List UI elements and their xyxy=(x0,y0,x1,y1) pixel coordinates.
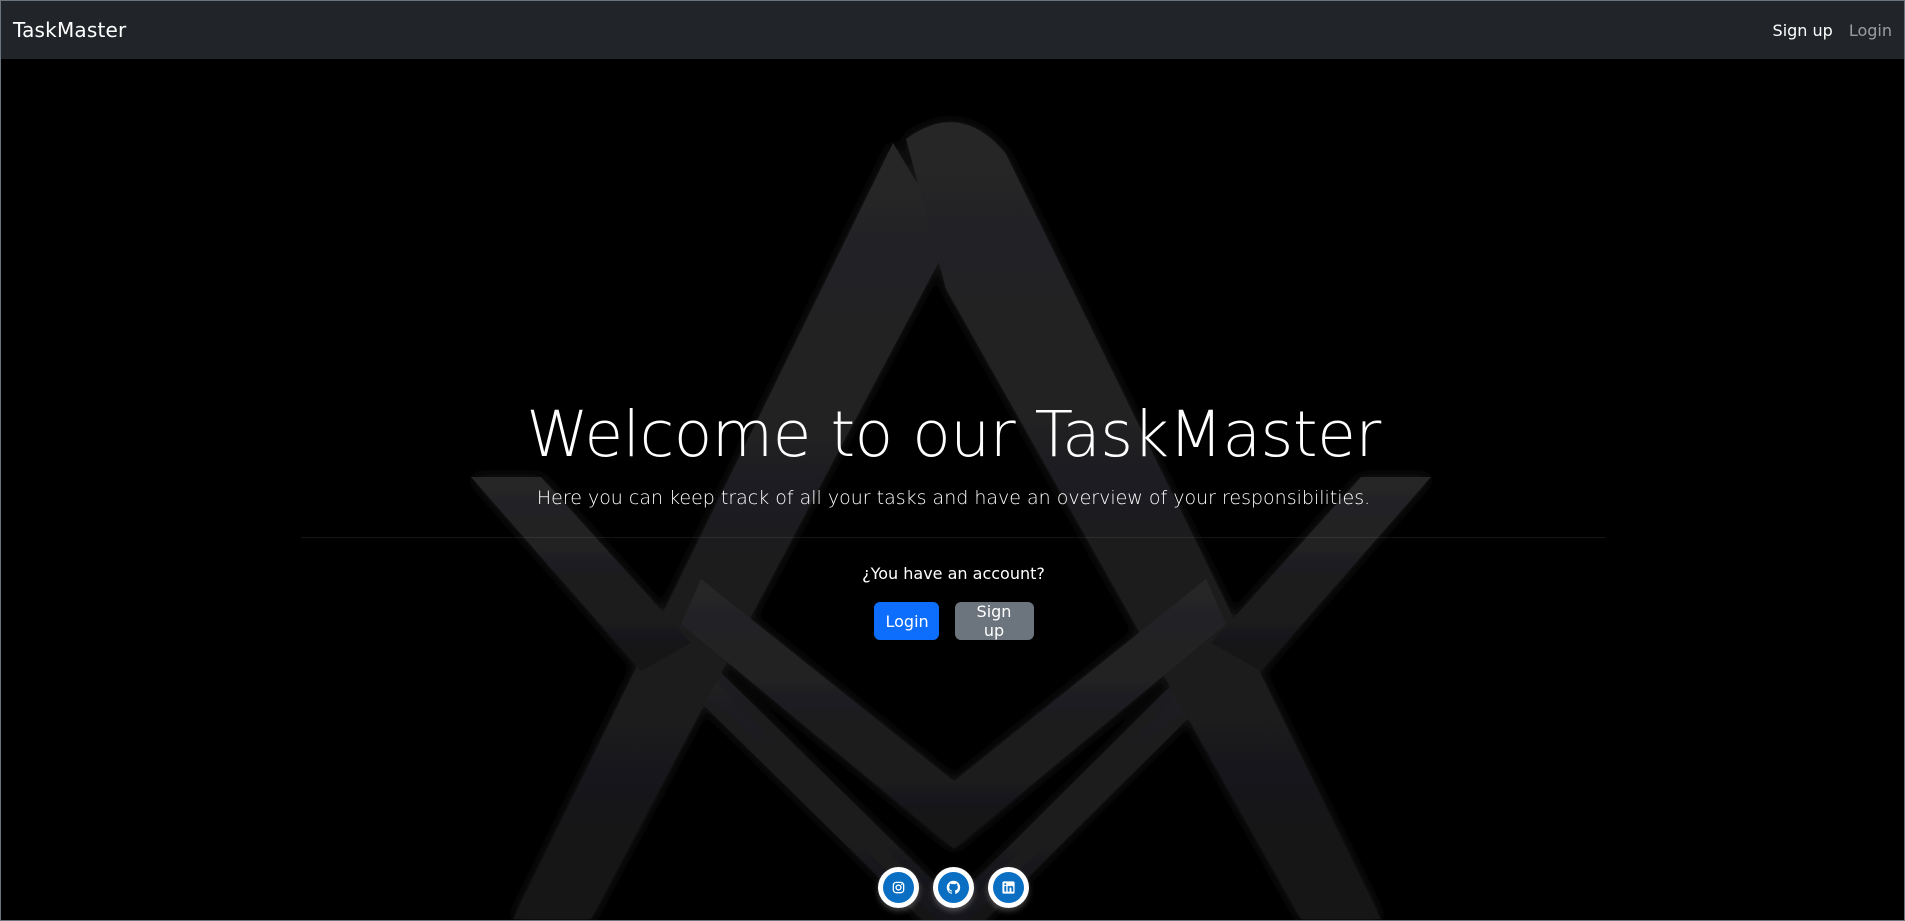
hero-section: Welcome to our TaskMaster Here you can k… xyxy=(1,59,1904,920)
auth-buttons: Login Sign up xyxy=(1,602,1904,640)
nav-links: Sign up Login xyxy=(1773,21,1892,40)
github-link[interactable] xyxy=(933,867,974,908)
nav-login-link[interactable]: Login xyxy=(1849,21,1892,40)
linkedin-link[interactable] xyxy=(988,867,1029,908)
app-window: TaskMaster Sign up Login Welcome to our … xyxy=(0,0,1905,921)
nav-signup-link[interactable]: Sign up xyxy=(1773,21,1833,40)
account-question: ¿You have an account? xyxy=(862,564,1045,583)
signup-button[interactable]: Sign up xyxy=(954,602,1034,640)
hero-divider xyxy=(301,537,1606,538)
login-button[interactable]: Login xyxy=(873,602,939,640)
instagram-icon xyxy=(892,881,905,894)
brand-link[interactable]: TaskMaster xyxy=(13,18,126,42)
hero-title: Welcome to our TaskMaster xyxy=(526,398,1381,471)
social-links xyxy=(1,867,1904,908)
top-navbar: TaskMaster Sign up Login xyxy=(1,1,1904,59)
hero-subtitle: Here you can keep track of all your task… xyxy=(536,487,1371,509)
instagram-link[interactable] xyxy=(878,867,919,908)
linkedin-icon xyxy=(1002,881,1015,894)
github-icon xyxy=(946,880,961,894)
